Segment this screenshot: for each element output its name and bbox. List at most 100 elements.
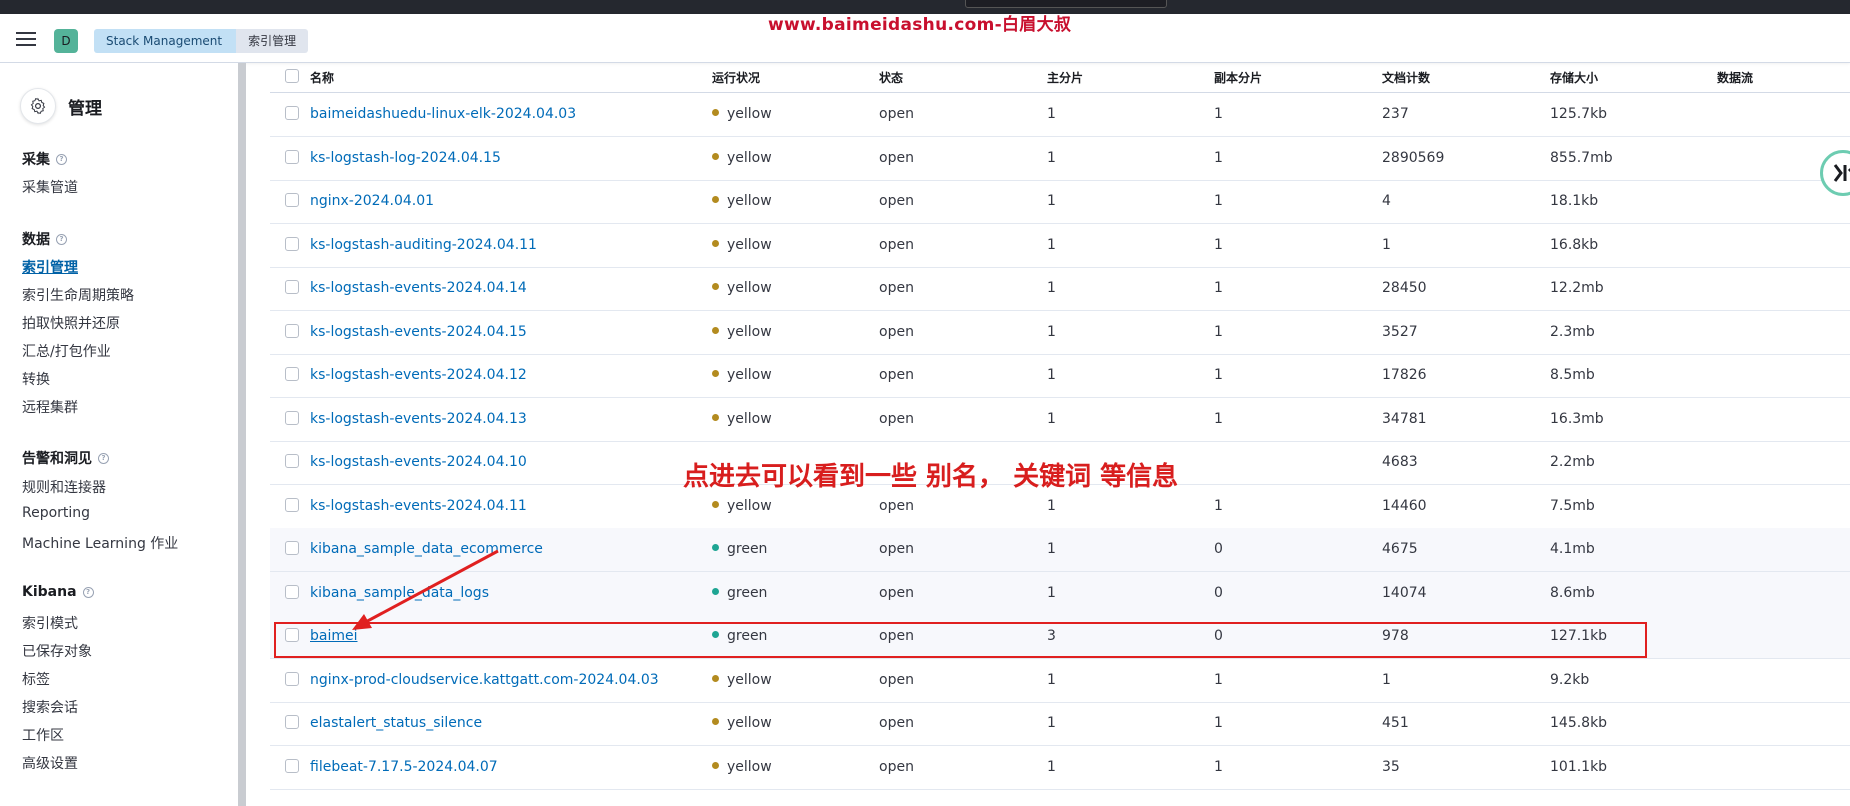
- column-header-data-stream[interactable]: 数据流: [1717, 69, 1753, 86]
- row-checkbox[interactable]: [285, 193, 299, 207]
- table-row[interactable]: baimeidashuedu-linux-elk-2024.04.03 yello…: [270, 93, 1850, 137]
- index-name-link[interactable]: ks-logstash-events-2024.04.11: [310, 498, 527, 514]
- column-header-health[interactable]: 运行状况: [712, 69, 760, 86]
- table-row[interactable]: ks-logstash-events-2024.04.13 yellow open 1…: [270, 398, 1850, 442]
- cell-replicas: 1: [1214, 671, 1223, 688]
- table-row[interactable]: nginx-prod-cloudservice.kattgatt.com-202…: [270, 659, 1850, 703]
- index-name-link[interactable]: filebeat-7.17.5-2024.04.07: [310, 759, 498, 775]
- select-all-checkbox[interactable]: [285, 69, 299, 83]
- health-dot-icon: [712, 631, 719, 638]
- column-header-status[interactable]: 状态: [879, 69, 903, 86]
- index-name-link[interactable]: ks-logstash-events-2024.04.14: [310, 280, 527, 296]
- hamburger-menu-icon[interactable]: [14, 29, 38, 47]
- index-name-link[interactable]: nginx-2024.04.01: [310, 193, 434, 209]
- index-name-link[interactable]: ks-logstash-auditing-2024.04.11: [310, 237, 537, 253]
- row-checkbox[interactable]: [285, 236, 299, 251]
- table-row[interactable]: ks-logstash-events-2024.04.12 yellow open 1…: [270, 354, 1850, 398]
- column-header-storage-size[interactable]: 存储大小: [1550, 69, 1598, 86]
- index-name-link[interactable]: baimei: [310, 628, 358, 644]
- sidebar-item-index-management[interactable]: 索引管理: [22, 257, 78, 277]
- column-header-primaries[interactable]: 主分片: [1047, 69, 1083, 86]
- row-checkbox[interactable]: [285, 280, 299, 294]
- index-name-link[interactable]: ks-logstash-events-2024.04.12: [310, 367, 527, 383]
- column-header-name[interactable]: 名称: [310, 69, 334, 86]
- index-name-link[interactable]: ks-logstash-events-2024.04.15: [310, 324, 527, 340]
- cell-storage-size: 855.7mb: [1550, 149, 1613, 166]
- cell-docs-count: 17826: [1382, 367, 1427, 383]
- sidebar-item-saved-objects[interactable]: 已保存对象: [22, 641, 92, 661]
- breadcrumb-stack-management[interactable]: Stack Management: [94, 29, 237, 53]
- column-header-replicas[interactable]: 副本分片: [1214, 69, 1262, 86]
- table-row[interactable]: kibana_sample_data_logs green open 1 0 14074 8…: [270, 571, 1850, 616]
- health-dot-icon: [712, 413, 719, 421]
- row-checkbox[interactable]: [285, 758, 299, 773]
- index-name-link[interactable]: ks-logstash-log-2024.04.15: [310, 150, 501, 166]
- row-checkbox[interactable]: [285, 671, 299, 686]
- cell-docs-count: 978: [1382, 628, 1409, 644]
- health-dot-icon: [712, 674, 719, 682]
- sidebar-item-workspaces[interactable]: 工作区: [22, 725, 64, 745]
- index-name-link[interactable]: elastalert_status_silence: [310, 715, 482, 731]
- index-name-link[interactable]: kibana_sample_data_ecommerce: [310, 541, 543, 557]
- sidebar-item-search-sessions[interactable]: 搜索会话: [22, 697, 78, 717]
- cell-name: ks-logstash-log-2024.04.15: [310, 150, 501, 166]
- cell-primaries: 1: [1047, 715, 1056, 731]
- row-checkbox[interactable]: [285, 323, 299, 338]
- sidebar-item-snapshot-restore[interactable]: 拍取快照并还原: [22, 313, 120, 333]
- sidebar-item-advanced-settings[interactable]: 高级设置: [22, 753, 78, 773]
- table-row[interactable]: elastalert_status_silence yellow open 1 1 451…: [270, 702, 1850, 746]
- table-row[interactable]: baimei green open 3 0 978 127.1kb: [270, 615, 1850, 659]
- sidebar-item-reporting[interactable]: Reporting: [22, 505, 90, 521]
- table-row[interactable]: kibana_sample_data_ecommerce green open 1 0 4…: [270, 528, 1850, 572]
- sidebar-item-rollup-jobs[interactable]: 汇总/打包作业: [22, 341, 111, 361]
- row-checkbox[interactable]: [285, 454, 299, 468]
- space-avatar[interactable]: D: [54, 29, 78, 53]
- sidebar-item-remote-clusters[interactable]: 远程集群: [22, 397, 78, 417]
- health-dot-icon: [712, 718, 719, 725]
- sidebar-item-index-patterns[interactable]: 索引模式: [22, 613, 78, 633]
- index-name-link[interactable]: nginx-prod-cloudservice.kattgatt.com-202…: [310, 672, 659, 688]
- health-label: yellow: [727, 410, 772, 427]
- sidebar-item-ilm-policies[interactable]: 索引生命周期策略: [22, 285, 134, 305]
- cell-name: ks-logstash-auditing-2024.04.11: [310, 237, 537, 253]
- table-row[interactable]: filebeat-7.17.5-2024.04.07 yellow open 1 1 35…: [270, 746, 1850, 790]
- health-dot-icon: [712, 196, 719, 203]
- row-checkbox[interactable]: [285, 410, 299, 425]
- row-checkbox[interactable]: [285, 628, 299, 642]
- row-checkbox[interactable]: [285, 541, 299, 555]
- table-row[interactable]: nginx-2024.04.01 yellow open 1 1 4 18.1kb: [270, 180, 1850, 224]
- global-search-field[interactable]: [965, 0, 1167, 8]
- index-name-link[interactable]: ks-logstash-events-2024.04.13: [310, 411, 527, 427]
- sidebar-item-transforms[interactable]: 转换: [22, 369, 50, 389]
- row-checkbox[interactable]: [285, 106, 299, 120]
- row-checkbox[interactable]: [285, 584, 299, 599]
- cell-replicas: 1: [1214, 715, 1223, 731]
- row-checkbox[interactable]: [285, 497, 299, 512]
- sidebar-scrollbar[interactable]: [238, 63, 246, 806]
- sidebar-group-data: 数据?: [22, 229, 67, 249]
- health-label: yellow: [727, 671, 772, 688]
- table-row[interactable]: ks-logstash-events-2024.04.15 yellow open 1…: [270, 311, 1850, 355]
- index-name-link[interactable]: kibana_sample_data_logs: [310, 585, 489, 601]
- sidebar-item-ml-jobs[interactable]: Machine Learning 作业: [22, 533, 178, 553]
- sidebar-item-ingest-pipelines[interactable]: 采集管道: [22, 177, 78, 197]
- table-row[interactable]: ks-logstash-auditing-2024.04.11 yellow ope…: [270, 224, 1850, 268]
- index-name-link[interactable]: baimeidashuedu-linux-elk-2024.04.03: [310, 106, 576, 122]
- cell-name: ks-logstash-events-2024.04.11: [310, 498, 527, 514]
- table-header: 名称 运行状况 状态 主分片 副本分片 文档计数 存储大小 数据流: [270, 63, 1850, 93]
- column-header-docs-count[interactable]: 文档计数: [1382, 69, 1430, 86]
- sidebar-group-alerts-insights: 告警和洞见?: [22, 448, 109, 468]
- table-row[interactable]: ks-logstash-events-2024.04.14 yellow open 1…: [270, 267, 1850, 311]
- sidebar-item-rules-connectors[interactable]: 规则和连接器: [22, 477, 106, 497]
- health-dot-icon: [712, 370, 719, 377]
- index-name-link[interactable]: ks-logstash-events-2024.04.10: [310, 454, 527, 470]
- cell-replicas: 0: [1214, 541, 1223, 557]
- cell-storage-size: 12.2mb: [1550, 280, 1604, 296]
- row-checkbox[interactable]: [285, 149, 299, 164]
- row-checkbox[interactable]: [285, 367, 299, 381]
- row-checkbox[interactable]: [285, 715, 299, 729]
- table-row[interactable]: ks-logstash-log-2024.04.15 yellow open 1 1 28…: [270, 137, 1850, 181]
- sidebar-item-tags[interactable]: 标签: [22, 669, 50, 689]
- cell-docs-count: 451: [1382, 715, 1409, 731]
- breadcrumb: Stack Management 索引管理: [94, 29, 309, 53]
